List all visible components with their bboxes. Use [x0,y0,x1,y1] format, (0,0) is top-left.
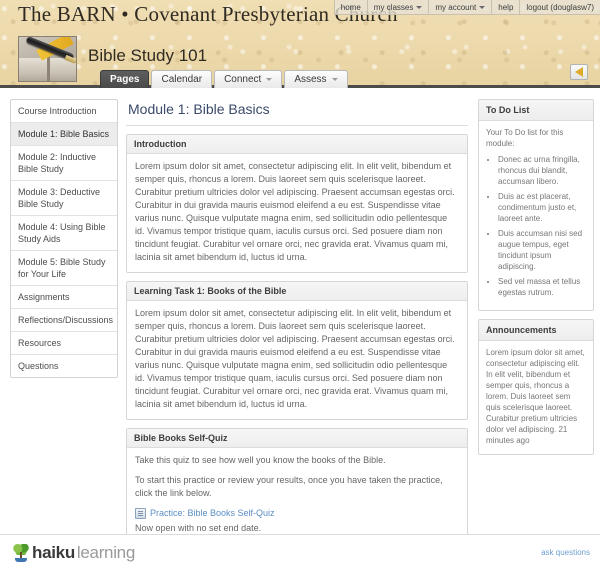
self-quiz-body: Take this quiz to see how well you know … [127,448,467,543]
announcements-body: Lorem ipsum dolor sit amet, consectetur … [479,341,593,454]
topnav-my-classes-label: my classes [373,2,414,12]
announcement-text: Lorem ipsum dolor sit amet, consectetur … [486,348,585,445]
todo-item: Donec ac urna fringilla, rhoncus dui bla… [498,154,586,187]
page-root: The BARN • Covenant Presbyterian Church … [0,0,600,570]
self-quiz-heading: Bible Books Self-Quiz [127,429,467,448]
ask-questions-link[interactable]: ask questions [541,548,590,557]
sidebar-item-module-1[interactable]: Module 1: Bible Basics [11,123,117,146]
page-footer: haiku learning ask questions [0,534,600,570]
todo-body: Your To Do list for this module: Donec a… [479,121,593,310]
topnav-my-classes[interactable]: my classes [366,0,429,15]
top-navigation: home my classes my account help logout (… [333,0,600,15]
haiku-learning-logo[interactable]: haiku learning [12,543,135,563]
tab-pages[interactable]: Pages [100,70,150,88]
todo-item: Sed vel massa et tellus egestas rutrum. [498,276,586,298]
sidebar-item-course-introduction[interactable]: Course Introduction [11,100,117,123]
tab-calendar-label: Calendar [161,74,203,85]
sidebar-item-resources[interactable]: Resources [11,332,117,355]
tab-pages-label: Pages [110,74,140,85]
quiz-document-icon [135,508,146,519]
sidebar-item-module-5[interactable]: Module 5: Bible Study for Your Life [11,251,117,286]
self-quiz-block: Bible Books Self-Quiz Take this quiz to … [126,428,468,544]
course-title: Bible Study 101 [88,46,208,65]
chevron-down-icon [416,5,423,9]
topnav-home-label: home [340,2,361,12]
announcements-heading: Announcements [479,320,593,341]
self-quiz-line-2: To start this practice or review your re… [135,475,443,498]
self-quiz-line-1: Take this quiz to see how well you know … [135,455,386,465]
chevron-down-icon [266,78,273,81]
todo-heading: To Do List [479,100,593,121]
book-and-pen-icon [18,36,77,82]
sidebar-item-questions[interactable]: Questions [11,355,117,377]
brand-name-bold: haiku [32,542,75,562]
sidebar-item-module-2[interactable]: Module 2: Inductive Bible Study [11,146,117,181]
brand-name-light: learning [76,542,135,562]
learning-task-1-body: Lorem ipsum dolor sit amet, consectetur … [127,301,467,419]
tab-assess-label: Assess [294,74,327,85]
tab-assess[interactable]: Assess [284,70,348,88]
learning-task-1-heading: Learning Task 1: Books of the Bible [127,282,467,301]
right-sidebar: To Do List Your To Do list for this modu… [478,99,594,463]
tab-connect[interactable]: Connect [214,70,283,88]
topnav-help-label: help [498,2,514,12]
introduction-body: Lorem ipsum dolor sit amet, consectetur … [127,154,467,272]
chevron-down-icon [331,78,338,81]
site-header: The BARN • Covenant Presbyterian Church … [0,0,600,88]
chevron-down-icon [479,5,486,9]
tree-pot-shape [15,557,27,562]
todo-item: Duis ac est placerat, condimentum justo … [498,191,586,224]
page-title: Module 1: Bible Basics [126,99,468,126]
book-spine-shape [47,55,50,81]
todo-intro: Your To Do list for this module: [486,128,564,148]
main-content: Module 1: Bible Basics Introduction Lore… [126,99,470,570]
learning-task-1-text: Lorem ipsum dolor sit amet, consectetur … [135,308,455,409]
topnav-logout-label: logout (douglasw7) [526,2,594,12]
topnav-my-account-label: my account [435,2,477,12]
topnav-help[interactable]: help [491,0,520,15]
learning-task-1-block: Learning Task 1: Books of the Bible Lore… [126,281,468,420]
page-body: Course Introduction Module 1: Bible Basi… [0,91,600,570]
tab-calendar[interactable]: Calendar [151,70,213,88]
course-sidebar: Course Introduction Module 1: Bible Basi… [10,99,118,378]
todo-item: Duis accumsan nisi sed augue tempus, ege… [498,228,586,272]
sidebar-item-reflections-discussions[interactable]: Reflections/Discussions [11,309,117,332]
introduction-text: Lorem ipsum dolor sit amet, consectetur … [135,161,455,262]
self-quiz-link[interactable]: Practice: Bible Books Self-Quiz [150,507,275,520]
self-quiz-link-row[interactable]: Practice: Bible Books Self-Quiz [135,507,459,520]
announcements-panel: Announcements Lorem ipsum dolor sit amet… [478,319,594,455]
course-tabs: Pages Calendar Connect Assess [100,70,348,88]
collapse-arrow-icon[interactable] [570,64,588,80]
collapse-arrow-shape [575,67,583,77]
tab-connect-label: Connect [224,74,262,85]
todo-panel: To Do List Your To Do list for this modu… [478,99,594,311]
todo-list: Donec ac urna fringilla, rhoncus dui bla… [486,154,586,298]
sidebar-item-assignments[interactable]: Assignments [11,286,117,309]
topnav-my-account[interactable]: my account [428,0,492,15]
introduction-block: Introduction Lorem ipsum dolor sit amet,… [126,134,468,273]
bonsai-tree-icon [12,543,30,563]
topnav-logout[interactable]: logout (douglasw7) [519,0,600,15]
sidebar-item-module-4[interactable]: Module 4: Using Bible Study Aids [11,216,117,251]
introduction-heading: Introduction [127,135,467,154]
sidebar-item-module-3[interactable]: Module 3: Deductive Bible Study [11,181,117,216]
topnav-home[interactable]: home [333,0,367,15]
